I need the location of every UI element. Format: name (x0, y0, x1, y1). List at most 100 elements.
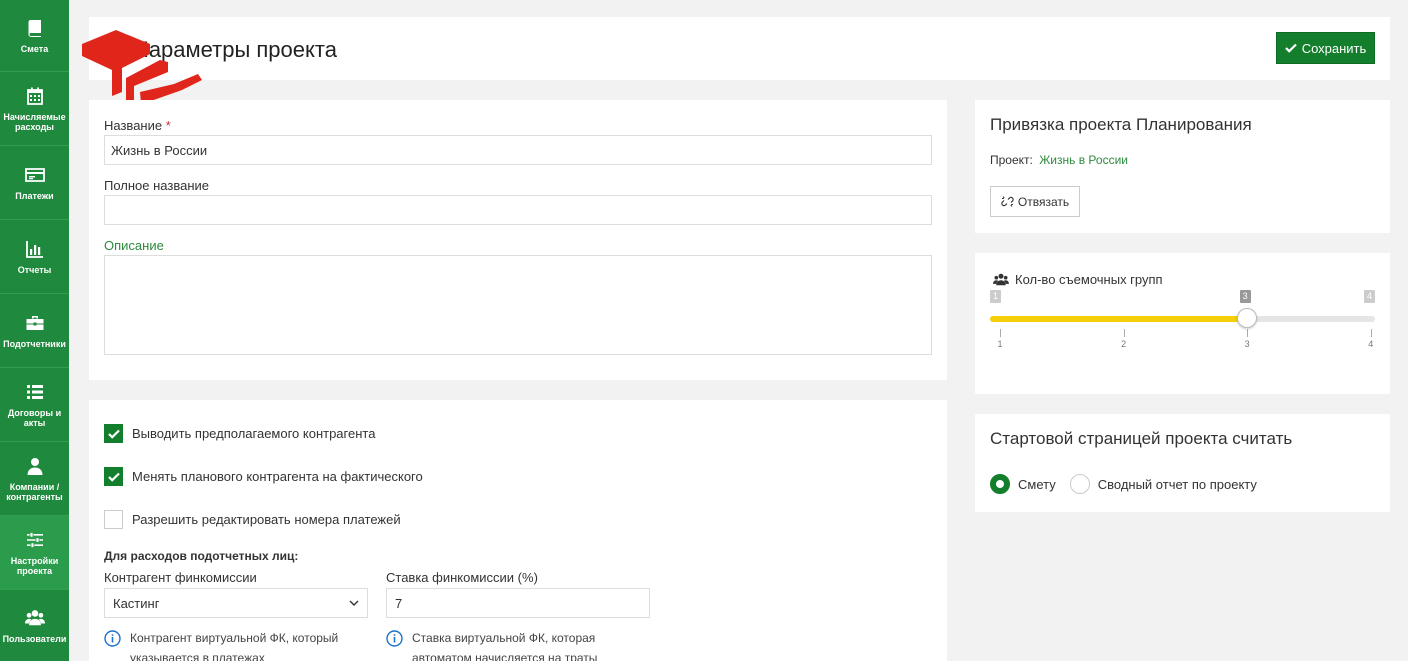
rate-info-text: Ставка виртуальной ФК, которая автоматом… (412, 631, 598, 661)
sidebar-item-label: Настройки проекта (10, 555, 59, 576)
counterparty-select-value: Кастинг (113, 595, 160, 611)
sidebar-item-accrued-expenses[interactable]: Начисляемые расходы (0, 72, 69, 146)
chevron-down-icon (349, 600, 359, 606)
save-button[interactable]: Сохранить (1276, 32, 1375, 64)
counterparty-info-text: Контрагент виртуальной ФК, который указы… (130, 631, 339, 661)
start-page-title: Стартовой страницей проекта считать (990, 429, 1293, 448)
unlink-icon (1001, 196, 1014, 207)
sidebar-item-label: Смета (20, 43, 49, 54)
card-icon (24, 167, 45, 182)
check-replace-counterparty[interactable]: Менять планового контрагента на фактичес… (104, 467, 423, 486)
crews-slider-track[interactable] (990, 308, 1375, 328)
briefcase-icon (26, 315, 43, 330)
unlink-button[interactable]: Отвязать (990, 186, 1080, 217)
start-page-radio-group: Смету Сводный отчет по проекту (990, 474, 1271, 494)
slider-min-badge: 1 (990, 290, 1002, 303)
slider-tick (1123, 329, 1125, 337)
name-input[interactable]: Жизнь в России (104, 135, 932, 165)
check-label: Менять планового контрагента на фактичес… (132, 469, 423, 484)
rate-label: Ставка финкомиссии (%) (386, 570, 538, 585)
save-button-label: Сохранить (1301, 40, 1367, 56)
binding-project-label: Проект: (990, 153, 1033, 167)
sidebar-item-label: Пользователи (2, 633, 67, 644)
checkbox[interactable] (104, 424, 123, 443)
sidebar-item-companies[interactable]: Компании / контрагенты (0, 442, 69, 516)
radio-button[interactable] (1069, 474, 1090, 494)
users-icon (993, 273, 1009, 286)
check-icon (107, 429, 120, 439)
slider-tick (1000, 329, 1001, 337)
slider-value-badge: 3 (1239, 290, 1251, 303)
sidebar: Смета Начисляемые расходы Платежи Отчеты… (0, 0, 69, 661)
options-panel: Выводить предполагаемого контрагента Мен… (89, 400, 947, 661)
slider-tick (1370, 329, 1372, 337)
users-icon (24, 609, 45, 625)
sidebar-item-label: Отчеты (17, 264, 52, 275)
counterparty-info: Контрагент виртуальной ФК, который указы… (104, 628, 366, 661)
check-label: Разрешить редактировать номера платежей (132, 512, 401, 527)
radio-button[interactable] (990, 474, 1010, 494)
counterparty-label: Контрагент финкомиссии (104, 570, 257, 585)
sidebar-item-reports[interactable]: Отчеты (0, 220, 69, 294)
binding-title: Привязка проекта Планирования (990, 115, 1252, 134)
check-edit-payment-numbers[interactable]: Разрешить редактировать номера платежей (104, 510, 401, 529)
project-form: Название * Жизнь в России Полное названи… (89, 100, 947, 380)
info-icon (104, 630, 121, 647)
info-icon (386, 630, 403, 647)
sidebar-item-project-settings[interactable]: Настройки проекта (0, 516, 69, 590)
sidebar-item-payments[interactable]: Платежи (0, 146, 69, 220)
name-label: Название * (104, 118, 171, 133)
crews-slider-handle[interactable] (1236, 308, 1257, 328)
slider-tick-label: 4 (1368, 339, 1374, 349)
slider-max-badge: 4 (1364, 290, 1376, 303)
binding-project-link[interactable]: Жизнь в России (1039, 153, 1128, 167)
sidebar-item-label: Компании / контрагенты (6, 481, 63, 502)
binding-project-line: Проект: Жизнь в России (990, 153, 1128, 167)
slider-tick-label: 3 (1244, 339, 1250, 349)
sidebar-item-contracts[interactable]: Договоры и акты (0, 368, 69, 442)
slider-tick-label: 2 (1121, 339, 1127, 349)
check-show-counterparty[interactable]: Выводить предполагаемого контрагента (104, 424, 375, 443)
check-icon (1284, 43, 1297, 53)
crews-panel: Кол-во съемочных групп 1 3 4 1 2 3 4 (975, 253, 1390, 394)
radio-label: Смету (1018, 476, 1056, 492)
sidebar-item-users[interactable]: Пользователи (0, 590, 69, 661)
accountable-section-title: Для расходов подотчетных лиц: (104, 549, 299, 563)
description-textarea[interactable] (104, 255, 932, 355)
full-name-input[interactable] (104, 195, 932, 225)
sidebar-item-label: Платежи (15, 190, 54, 201)
crews-slider-fill (990, 316, 1247, 322)
page-header: Параметры проекта Сохранить (89, 17, 1390, 80)
slider-tick-label: 1 (997, 339, 1003, 349)
sidebar-item-label: Подотчетники (3, 338, 66, 349)
unlink-button-label: Отвязать (1017, 194, 1070, 209)
check-icon (107, 472, 120, 482)
description-label: Описание (104, 238, 164, 253)
full-name-label: Полное название (104, 178, 210, 193)
planning-binding-panel: Привязка проекта Планирования Проект: Жи… (975, 100, 1390, 233)
sliders-icon (26, 531, 43, 548)
start-page-panel: Стартовой страницей проекта считать Смет… (975, 414, 1390, 512)
calendar-icon (26, 87, 43, 105)
crews-title: Кол-во съемочных групп (993, 272, 1163, 287)
radio-estimate[interactable]: Смету (990, 474, 1056, 494)
bar-chart-icon (25, 240, 43, 258)
crews-title-text: Кол-во съемочных групп (1015, 272, 1163, 287)
book-icon (27, 19, 41, 37)
required-mark: * (165, 118, 171, 133)
checkbox[interactable] (104, 510, 123, 529)
name-label-text: Название (104, 118, 163, 133)
sidebar-item-label: Договоры и акты (7, 407, 62, 428)
rate-info: Ставка виртуальной ФК, которая автоматом… (386, 628, 636, 661)
check-label: Выводить предполагаемого контрагента (132, 426, 376, 441)
checkbox[interactable] (104, 467, 123, 486)
user-icon (27, 457, 42, 475)
radio-summary-report[interactable]: Сводный отчет по проекту (1069, 474, 1257, 494)
sidebar-item-accountables[interactable]: Подотчетники (0, 294, 69, 368)
sidebar-item-label: Начисляемые расходы (3, 111, 66, 132)
counterparty-select[interactable]: Кастинг (104, 588, 368, 618)
rate-input[interactable]: 7 (386, 588, 650, 618)
slider-tick (1247, 329, 1249, 337)
sidebar-item-estimate[interactable]: Смета (0, 0, 69, 72)
list-icon (26, 384, 43, 399)
